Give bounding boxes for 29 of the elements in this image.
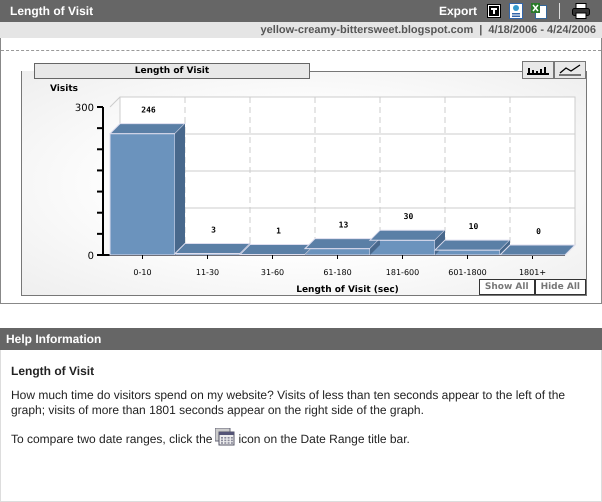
help-paragraph: How much time do visitors spend on my website? Visits of less than ten seconds appear to the left of the graph; visits of more than 1801 seconds appear on the right side of the graph. [11, 388, 566, 418]
page-title: Length of Visit [10, 4, 94, 18]
data-label: 0 [536, 227, 541, 236]
export-label: Export [438, 4, 477, 18]
help-text: To compare two date ranges, click the [11, 432, 212, 446]
category-label: 31-60 [260, 268, 284, 277]
category-label: 61-180 [323, 268, 352, 277]
category-label: 11-30 [196, 268, 220, 277]
data-label: 10 [468, 222, 478, 232]
section-title: Help Information [0, 328, 602, 350]
separator: | [479, 24, 482, 36]
category-label: 0-10 [133, 268, 152, 277]
category-label: 1801+ [518, 268, 546, 277]
help-text: icon on the Date Range title bar. [238, 432, 410, 446]
site-name: yellow-creamy-bittersweet.blogspot.com [260, 24, 474, 36]
category-label: 601-1800 [448, 268, 487, 277]
help-heading: Length of Visit [11, 364, 96, 378]
date-range: 4/18/2006 - 4/24/2006 [488, 24, 596, 36]
data-label: 1 [276, 226, 281, 236]
tick-label: 300 [74, 103, 94, 114]
axis-title: Visits [50, 84, 78, 94]
tick-label: 0 [88, 251, 94, 262]
data-label: 30 [404, 212, 414, 222]
data-label: 13 [338, 220, 348, 230]
data-label: 246 [141, 106, 156, 115]
data-label: 3 [211, 226, 216, 235]
chart-title: Length of Visit [34, 63, 310, 79]
category-label: 181-600 [386, 268, 420, 277]
axis-title: Length of Visit (sec) [296, 285, 399, 295]
